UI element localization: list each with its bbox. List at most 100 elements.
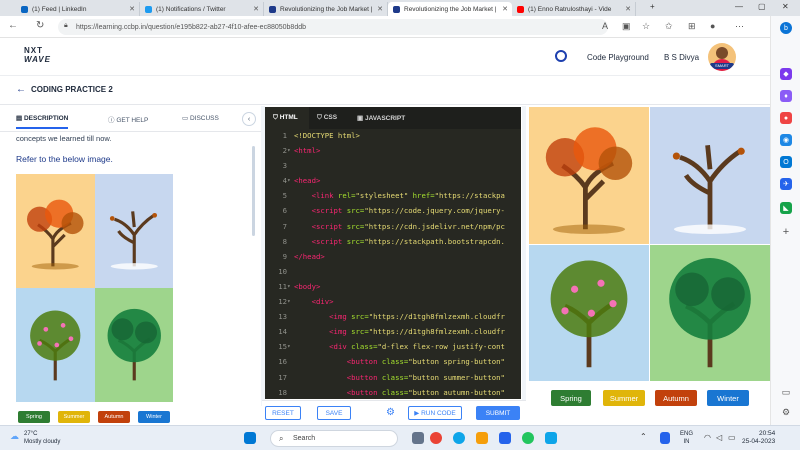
fold-icon[interactable]: ▾ xyxy=(287,147,291,154)
favorite-icon[interactable]: ☆ xyxy=(642,21,650,32)
tab-get-help[interactable]: ⓘ GET HELP xyxy=(108,114,148,124)
winter-button[interactable]: Winter xyxy=(707,390,749,406)
nxtwave-logo[interactable]: NXT WAVE xyxy=(24,46,51,64)
avatar[interactable]: SMART xyxy=(708,43,736,71)
code-line[interactable]: 12 ▾ <div> xyxy=(265,297,521,312)
settings-gear-icon[interactable]: ⚙ xyxy=(386,407,395,418)
collapse-panel-button[interactable]: ‹ xyxy=(242,112,256,126)
winter-button[interactable]: Winter xyxy=(138,411,170,423)
code-line[interactable]: 17 <button class="button summer-button" xyxy=(265,373,521,388)
code-line[interactable]: 6 <script src="https://code.jquery.com/j… xyxy=(265,206,521,221)
refresh-icon[interactable]: ↻ xyxy=(36,20,44,31)
collections-icon[interactable]: ⊞ xyxy=(688,21,696,32)
code-line[interactable]: 2 ▾ <html> xyxy=(265,146,521,161)
tools-icon[interactable]: ◉ xyxy=(780,134,792,146)
url-input[interactable]: 🔒︎ https://learning.ccbp.in/question/e19… xyxy=(58,19,608,35)
minimize-icon[interactable]: — xyxy=(735,2,743,11)
windows-start-icon[interactable] xyxy=(244,432,256,444)
window-close-icon[interactable]: ✕ xyxy=(782,2,789,11)
browser-tab-ccbp-1[interactable]: Revolutionizing the Job Market | ✕ xyxy=(264,2,388,16)
chrome-icon[interactable] xyxy=(430,432,442,444)
reader-icon[interactable]: ▣ xyxy=(622,21,631,32)
browser-tab-linkedin[interactable]: (1) Feed | LinkedIn ✕ xyxy=(16,2,140,16)
code-line[interactable]: 11 ▾ <body> xyxy=(265,282,521,297)
code-line[interactable]: 5 <link rel="stylesheet" href="https://s… xyxy=(265,191,521,206)
add-icon[interactable]: + xyxy=(780,226,792,238)
new-tab-icon[interactable]: + xyxy=(650,2,655,11)
stopwatch-icon[interactable] xyxy=(555,50,567,62)
autumn-button[interactable]: Autumn xyxy=(98,411,130,423)
battery-icon[interactable]: ▭ xyxy=(728,433,736,442)
read-aloud-icon[interactable]: A xyxy=(602,21,608,31)
summer-button[interactable]: Summer xyxy=(603,390,645,406)
close-icon[interactable]: ✕ xyxy=(377,5,383,13)
code-line[interactable]: 3 xyxy=(265,161,521,176)
code-line[interactable]: 15 ▾ <div class="d-flex flex-row justify-… xyxy=(265,342,521,357)
whatsapp-icon[interactable] xyxy=(522,432,534,444)
app-icon[interactable]: ◣ xyxy=(780,202,792,214)
wifi-icon[interactable]: ◠ xyxy=(704,433,711,442)
code-line[interactable]: 1 <!DOCTYPE html> xyxy=(265,131,521,146)
file-explorer-icon[interactable] xyxy=(476,432,488,444)
close-icon[interactable]: ✕ xyxy=(502,5,508,13)
outlook-icon[interactable]: O xyxy=(780,156,792,168)
code-lines[interactable]: 1 <!DOCTYPE html> 2 ▾ <html> 3 4 ▾ <head> 5 <link… xyxy=(265,131,521,399)
code-line[interactable]: 7 <script src="https://cdn.jsdelivr.net/… xyxy=(265,222,521,237)
split-screen-icon[interactable]: ▭ xyxy=(780,386,792,398)
close-icon[interactable]: ✕ xyxy=(253,5,259,13)
browser-tab-ccbp-active[interactable]: Revolutionizing the Job Market | ✕ xyxy=(388,2,512,16)
code-line[interactable]: 13 <img src="https://d1tgh8fmlzexmh.clou… xyxy=(265,312,521,327)
fold-icon[interactable]: ▾ xyxy=(287,283,291,290)
code-line[interactable]: 18 <button class="button autumn-button" xyxy=(265,388,521,399)
maximize-icon[interactable]: ▢ xyxy=(758,2,766,11)
favorites-bar-icon[interactable]: ✩ xyxy=(665,21,673,32)
close-icon[interactable]: ✕ xyxy=(625,5,631,13)
code-line[interactable]: 9 </head> xyxy=(265,252,521,267)
more-icon[interactable]: ⋯ xyxy=(735,21,744,32)
language-indicator[interactable]: ENG IN xyxy=(680,430,693,446)
close-icon[interactable]: ✕ xyxy=(129,5,135,13)
code-line[interactable]: 14 <img src="https://d1tgh8fmlzexmh.clou… xyxy=(265,327,521,342)
code-line[interactable]: 10 xyxy=(265,267,521,282)
summer-button[interactable]: Summer xyxy=(58,411,90,423)
microphone-icon[interactable] xyxy=(660,432,670,444)
browser-tab-youtube[interactable]: (1) Enno Ratrulosthayi - Vide ✕ xyxy=(512,2,636,16)
save-button[interactable]: SAVE xyxy=(317,406,351,420)
settings-gear-icon[interactable]: ⚙ xyxy=(780,406,792,418)
chevron-up-icon[interactable]: ⌃ xyxy=(640,432,647,441)
drop-icon[interactable]: ✈ xyxy=(780,178,792,190)
tab-css[interactable]: ⛉ CSS xyxy=(317,114,337,122)
edge-icon[interactable] xyxy=(453,432,465,444)
store-icon[interactable] xyxy=(499,432,511,444)
autumn-button[interactable]: Autumn xyxy=(655,390,697,406)
tab-html[interactable]: ⛉ HTML xyxy=(273,114,298,122)
weather-widget[interactable]: ☁ 27°C Mostly cloudy xyxy=(10,430,60,446)
back-arrow-icon[interactable]: ← xyxy=(16,84,26,95)
shopping-icon[interactable]: ♦ xyxy=(780,90,792,102)
taskbar-search[interactable]: ⌕ Search xyxy=(270,430,398,447)
run-code-button[interactable]: ▶ RUN CODE xyxy=(408,406,462,420)
code-playground-link[interactable]: Code Playground xyxy=(587,53,649,62)
system-clock[interactable]: 20:54 25-04-2023 xyxy=(742,430,775,446)
tab-discuss[interactable]: ▭ DISCUSS xyxy=(182,114,219,122)
tab-javascript[interactable]: ▣ JAVASCRIPT xyxy=(357,114,405,122)
fold-icon[interactable]: ▾ xyxy=(287,343,291,350)
photos-icon[interactable] xyxy=(545,432,557,444)
speaker-icon[interactable]: ◁ xyxy=(716,433,722,442)
bing-icon[interactable]: b xyxy=(780,22,792,34)
code-editor[interactable]: ⛉ HTML ⛉ CSS ▣ JAVASCRIPT 1 <!DOCTYPE htm… xyxy=(265,107,521,399)
tab-description[interactable]: ▤ DESCRIPTION xyxy=(16,114,69,129)
task-view-icon[interactable] xyxy=(412,432,424,444)
reset-button[interactable]: RESET xyxy=(265,406,301,420)
fold-icon[interactable]: ▾ xyxy=(287,177,291,184)
games-icon[interactable]: ● xyxy=(780,112,792,124)
profile-icon[interactable]: ● xyxy=(710,21,715,31)
submit-button[interactable]: SUBMIT xyxy=(476,406,520,420)
code-line[interactable]: 16 <button class="button spring-button" xyxy=(265,357,521,372)
code-line[interactable]: 8 <script src="https://stackpath.bootstr… xyxy=(265,237,521,252)
scrollbar[interactable] xyxy=(252,146,255,236)
spring-button[interactable]: Spring xyxy=(551,390,591,406)
browser-tab-twitter[interactable]: (1) Notifications / Twitter ✕ xyxy=(140,2,264,16)
tag-icon[interactable]: ◆ xyxy=(780,68,792,80)
spring-button[interactable]: Spring xyxy=(18,411,50,423)
